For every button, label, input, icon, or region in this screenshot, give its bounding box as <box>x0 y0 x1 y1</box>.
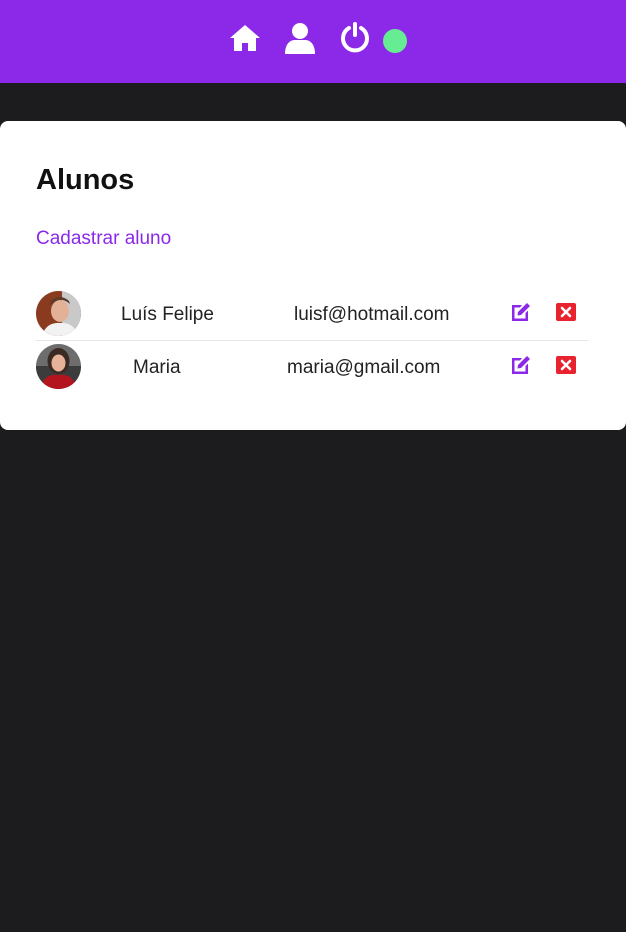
user-icon[interactable] <box>284 22 316 54</box>
online-status-indicator <box>383 29 407 53</box>
student-name: Maria <box>133 357 181 378</box>
student-row: Luís Felipe luisf@hotmail.com <box>36 288 588 340</box>
create-student-link[interactable]: Cadastrar aluno <box>36 227 171 251</box>
nav-icons <box>0 0 626 83</box>
student-avatar <box>36 291 81 336</box>
edit-icon[interactable] <box>510 301 532 323</box>
home-icon[interactable] <box>229 24 261 52</box>
page-title: Alunos <box>36 164 135 196</box>
student-row: Maria maria@gmail.com <box>36 341 588 393</box>
student-email: luisf@hotmail.com <box>294 304 450 325</box>
edit-icon[interactable] <box>510 354 532 376</box>
power-icon[interactable] <box>340 21 370 54</box>
delete-icon[interactable] <box>555 301 577 323</box>
student-email: maria@gmail.com <box>287 357 441 378</box>
delete-icon[interactable] <box>555 354 577 376</box>
student-avatar <box>36 344 81 389</box>
top-navbar <box>0 0 626 83</box>
student-name: Luís Felipe <box>121 304 214 325</box>
